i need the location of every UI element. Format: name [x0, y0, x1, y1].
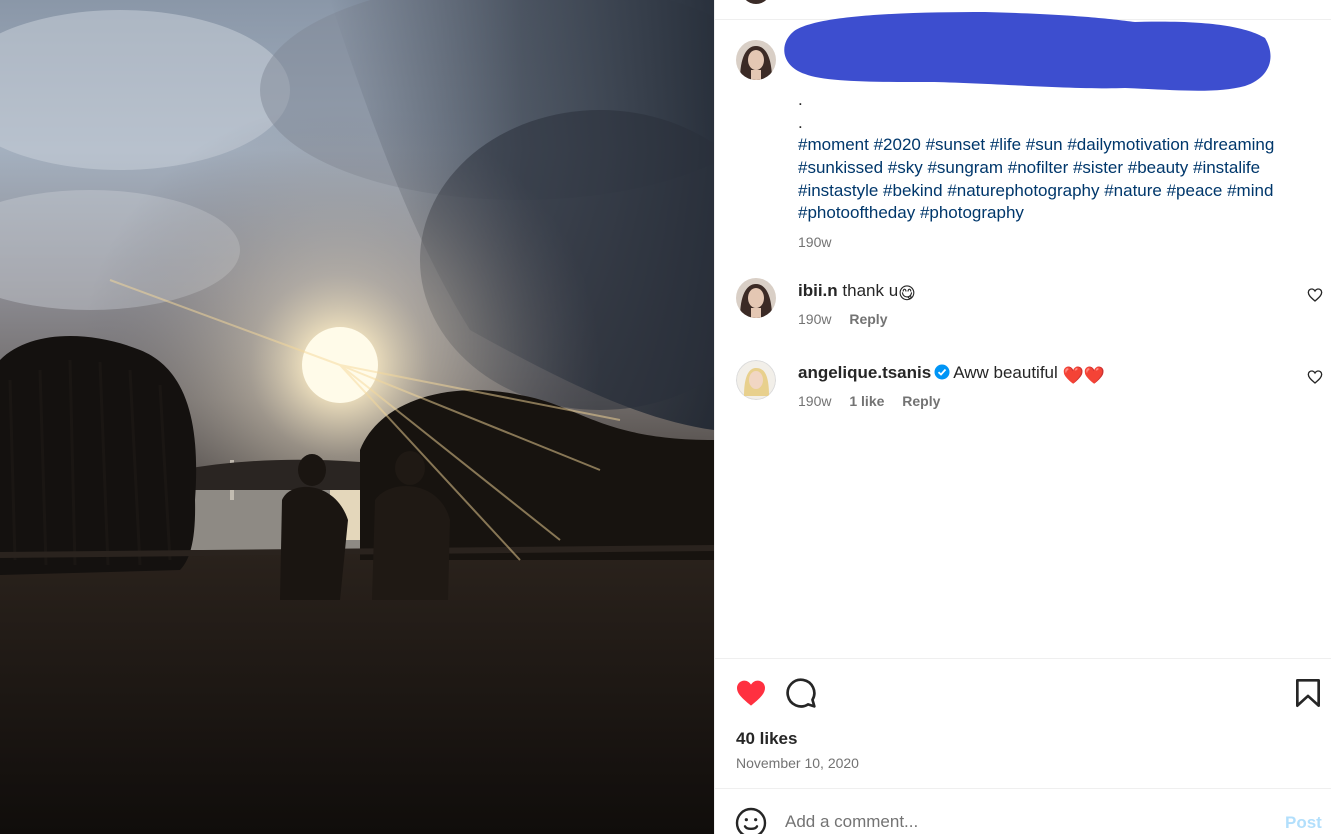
comment-text: thank u — [842, 281, 899, 300]
comment-reply-button[interactable]: Reply — [902, 393, 940, 409]
comment-emoji: ❤️❤️ — [1062, 366, 1105, 385]
heart-filled-icon[interactable] — [735, 677, 767, 709]
post-caption: . . #moment #2020 #sunset #life #sun #da… — [798, 89, 1318, 254]
comment-username[interactable]: ibii.n — [798, 281, 838, 300]
bookmark-icon[interactable] — [1292, 677, 1324, 709]
post-comment-button[interactable]: Post — [1285, 813, 1322, 833]
redaction-scribble — [784, 12, 1271, 91]
comment-avatar[interactable] — [736, 278, 776, 318]
emoji-smile-icon[interactable] — [735, 807, 767, 834]
comment-timestamp[interactable]: 190w — [798, 311, 831, 327]
comment-body: angelique.tsanis Aww beautiful ❤️❤️ — [798, 362, 1105, 387]
likes-count[interactable]: 40 likes — [736, 729, 797, 749]
avatar-image — [736, 360, 776, 400]
add-comment-bar: Post — [715, 788, 1331, 834]
comment-username[interactable]: angelique.tsanis — [798, 363, 931, 382]
comment-like-heart-icon[interactable] — [1307, 287, 1323, 303]
comment-likes-count[interactable]: 1 like — [849, 393, 884, 409]
post-action-bar: 40 likes November 10, 2020 — [715, 658, 1331, 788]
post-detail-panel: . . #moment #2020 #sunset #life #sun #da… — [714, 0, 1331, 834]
comment-item: ibii.n thank u😋 190w Reply — [715, 278, 1331, 348]
verified-badge-icon — [934, 364, 950, 380]
comment-meta: 190w 1 like Reply — [798, 393, 954, 409]
comment-timestamp[interactable]: 190w — [798, 393, 831, 409]
comment-bubble-icon[interactable] — [785, 677, 817, 709]
comment-meta: 190w Reply — [798, 311, 901, 327]
comment-item: angelique.tsanis Aww beautiful ❤️❤️ 190w… — [715, 360, 1331, 430]
post-photo[interactable] — [0, 0, 714, 834]
avatar-image — [736, 278, 776, 318]
post-date[interactable]: November 10, 2020 — [736, 755, 859, 771]
caption-author-avatar[interactable] — [736, 40, 776, 80]
comment-reply-button[interactable]: Reply — [849, 311, 887, 327]
caption-line: . — [798, 90, 803, 109]
header-avatar[interactable] — [741, 0, 771, 4]
caption-line: . — [798, 112, 803, 132]
comment-text: Aww beautiful — [953, 363, 1058, 382]
comment-body: ibii.n thank u😋 — [798, 280, 916, 305]
comment-emoji: 😋 — [898, 284, 916, 303]
caption-timestamp[interactable]: 190w — [798, 231, 1318, 254]
comment-input[interactable] — [785, 809, 1265, 834]
sunset-photo-image — [0, 0, 714, 834]
comment-avatar[interactable] — [736, 360, 776, 400]
caption-hashtags[interactable]: #moment #2020 #sunset #life #sun #dailym… — [798, 134, 1318, 225]
comment-like-heart-icon[interactable] — [1307, 369, 1323, 385]
avatar-image — [736, 40, 776, 80]
